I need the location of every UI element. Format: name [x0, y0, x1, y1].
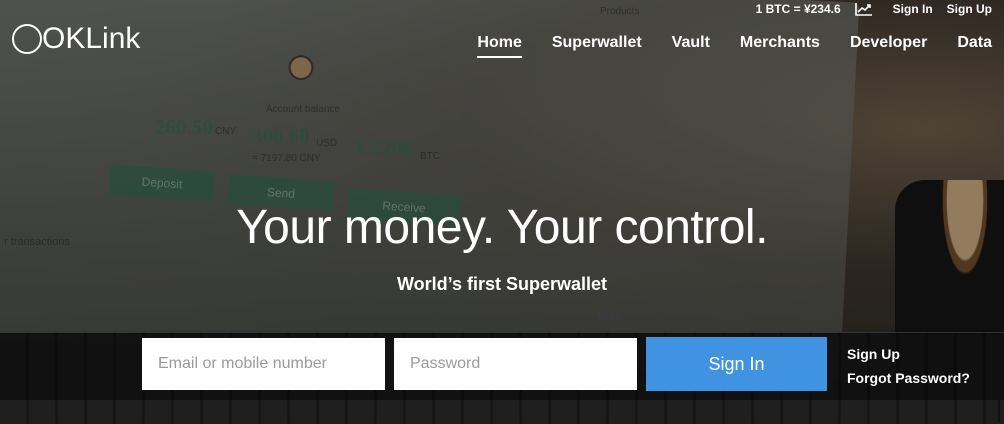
oklink-logo[interactable]: OKLink [12, 22, 140, 56]
password-field[interactable] [394, 338, 637, 390]
hero-subtitle: World’s first Superwallet [396, 274, 608, 294]
signin-button[interactable]: Sign In [646, 337, 827, 391]
top-signup-link[interactable]: Sign Up [947, 2, 992, 16]
text-cursor [998, 398, 1000, 422]
main-nav: Home Superwallet Vault Merchants Develop… [462, 34, 992, 58]
nav-data[interactable]: Data [942, 34, 992, 52]
logo-circle-icon [12, 24, 42, 54]
btc-rate: 1 BTC = ¥234.6 [755, 2, 841, 16]
nav-superwallet[interactable]: Superwallet [537, 34, 657, 52]
nav-merchants[interactable]: Merchants [725, 34, 835, 52]
nav-vault[interactable]: Vault [657, 34, 725, 52]
email-field[interactable] [142, 338, 385, 390]
hero-title: Your money. Your control. [236, 201, 768, 254]
nav-home[interactable]: Home [462, 34, 536, 58]
logo-text: OKLink [42, 22, 141, 55]
auth-links: Sign Up Forgot Password? [847, 342, 970, 390]
top-signin-link[interactable]: Sign In [893, 2, 933, 16]
signup-link[interactable]: Sign Up [847, 342, 970, 366]
chart-trend-icon[interactable] [854, 2, 873, 16]
forgot-password-link[interactable]: Forgot Password? [847, 366, 970, 390]
top-utility-bar: 1 BTC = ¥234.6 Sign In Sign Up [756, 2, 992, 16]
nav-developer[interactable]: Developer [835, 34, 942, 52]
